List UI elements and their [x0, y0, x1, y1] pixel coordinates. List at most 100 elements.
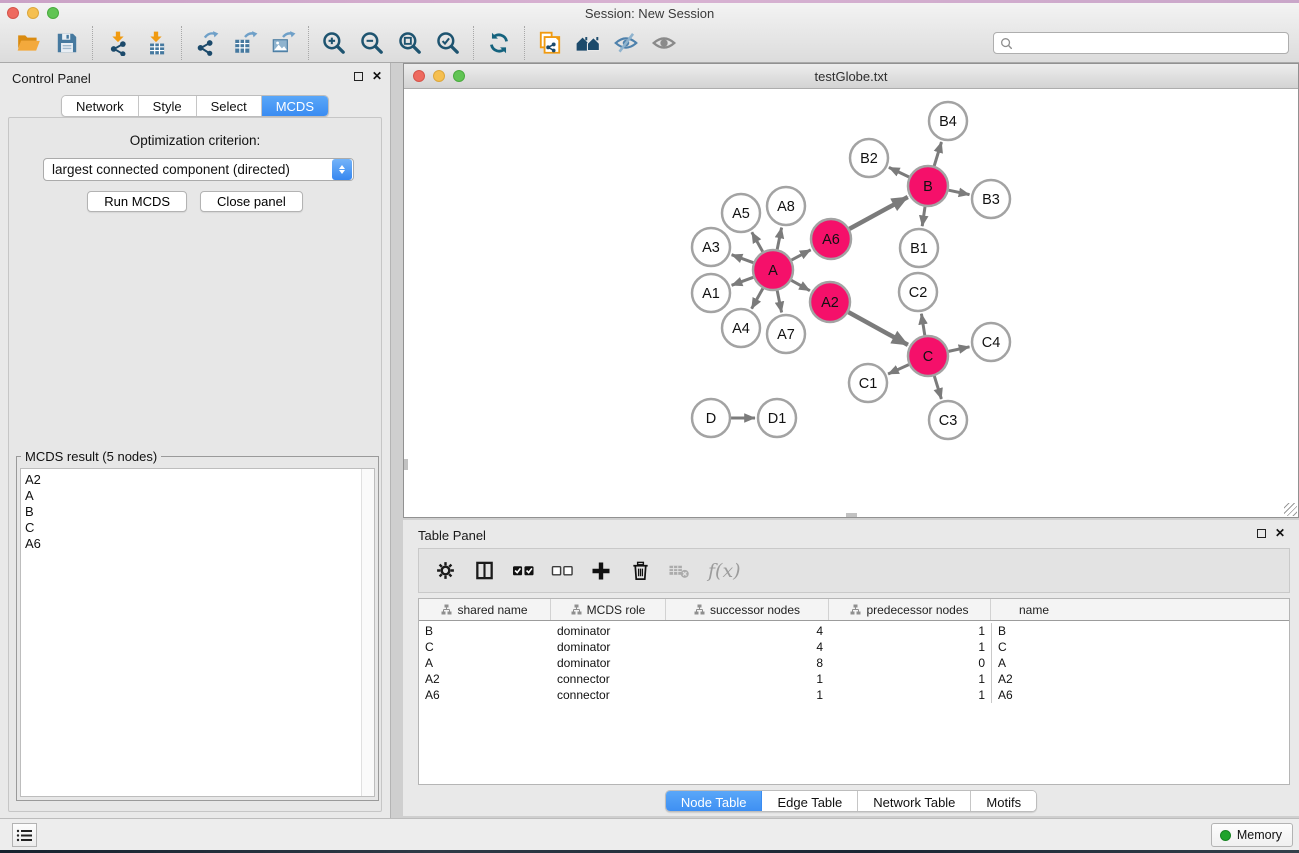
table-options-gear-button[interactable] [433, 559, 457, 583]
result-list-item[interactable]: C [25, 520, 374, 536]
tab-network-table[interactable]: Network Table [858, 791, 971, 812]
open-session-button[interactable] [10, 26, 48, 60]
network-node-B2[interactable]: B2 [850, 139, 888, 177]
network-edge-A-A3[interactable] [732, 255, 754, 263]
home-button[interactable] [569, 26, 607, 60]
network-edge-A-A5[interactable] [752, 232, 763, 252]
network-node-C4[interactable]: C4 [972, 323, 1010, 361]
tab-edge-table[interactable]: Edge Table [762, 791, 858, 812]
show-all-button[interactable] [645, 26, 683, 60]
criterion-select[interactable]: largest connected component (directed) [43, 158, 354, 181]
network-edge-A6-B[interactable] [849, 197, 907, 229]
tab-mcds[interactable]: MCDS [262, 96, 328, 116]
new-network-from-file-button[interactable] [531, 26, 569, 60]
column-header-name[interactable]: name [991, 599, 1077, 620]
network-node-A6[interactable]: A6 [811, 219, 851, 259]
network-node-B[interactable]: B [908, 166, 948, 206]
function-builder-button[interactable]: f(x) [708, 560, 741, 582]
hide-selected-button[interactable] [607, 26, 645, 60]
import-table-button[interactable] [137, 26, 175, 60]
search-input[interactable] [1017, 36, 1282, 50]
network-edge-A-A6[interactable] [792, 250, 811, 260]
close-table-panel-icon[interactable]: ✕ [1275, 528, 1285, 538]
network-node-B4[interactable]: B4 [929, 102, 967, 140]
network-node-C2[interactable]: C2 [899, 273, 937, 311]
network-window-titlebar[interactable]: testGlobe.txt [404, 64, 1298, 89]
select-all-checkboxes-button[interactable] [511, 559, 535, 583]
network-edge-C-C2[interactable] [921, 314, 924, 336]
network-edge-B-B4[interactable] [934, 142, 941, 166]
zoom-out-button[interactable] [353, 26, 391, 60]
run-mcds-button[interactable]: Run MCDS [87, 191, 187, 212]
column-header-MCDS-role[interactable]: MCDS role [551, 599, 666, 620]
result-list-item[interactable]: B [25, 504, 374, 520]
float-table-panel-icon[interactable] [1257, 529, 1266, 538]
close-panel-button[interactable]: Close panel [200, 191, 303, 212]
tab-node-table[interactable]: Node Table [666, 791, 763, 812]
export-table-button[interactable] [226, 26, 264, 60]
network-node-C[interactable]: C [908, 336, 948, 376]
vertical-scrollbar-thumb[interactable] [404, 459, 408, 470]
table-row[interactable]: A6connector11A6 [419, 687, 1289, 703]
network-edge-A-A7[interactable] [777, 291, 781, 313]
table-row[interactable]: Cdominator41C [419, 639, 1289, 655]
tab-select[interactable]: Select [197, 96, 262, 116]
table-row[interactable]: Adominator80A [419, 655, 1289, 671]
network-node-C1[interactable]: C1 [849, 364, 887, 402]
network-edge-A-A2[interactable] [791, 280, 810, 290]
network-node-D1[interactable]: D1 [758, 399, 796, 437]
column-header-shared-name[interactable]: shared name [419, 599, 551, 620]
delete-column-button[interactable] [628, 559, 652, 583]
tab-motifs[interactable]: Motifs [971, 791, 1036, 812]
result-list-item[interactable]: A2 [25, 472, 374, 488]
network-node-B3[interactable]: B3 [972, 180, 1010, 218]
close-panel-icon[interactable]: ✕ [372, 71, 382, 81]
zoom-selected-button[interactable] [429, 26, 467, 60]
column-header-successor-nodes[interactable]: successor nodes [666, 599, 829, 620]
column-header-predecessor-nodes[interactable]: predecessor nodes [829, 599, 991, 620]
network-edge-A-A4[interactable] [752, 288, 763, 308]
refresh-button[interactable] [480, 26, 518, 60]
add-column-button[interactable] [589, 559, 613, 583]
network-node-A8[interactable]: A8 [767, 187, 805, 225]
network-edge-A-A8[interactable] [777, 228, 781, 250]
network-node-B1[interactable]: B1 [900, 229, 938, 267]
show-panels-list-button[interactable] [12, 823, 37, 847]
zoom-in-button[interactable] [315, 26, 353, 60]
network-node-A[interactable]: A [753, 250, 793, 290]
memory-button[interactable]: Memory [1211, 823, 1293, 847]
tab-style[interactable]: Style [139, 96, 197, 116]
import-network-button[interactable] [99, 26, 137, 60]
network-edge-C-C4[interactable] [949, 347, 970, 352]
export-network-button[interactable] [188, 26, 226, 60]
network-canvas[interactable]: B4 B2 B B3 A5A8A6 A3 B1 A C2 A1 A2 A4A7 C4 C C1 D D1 C3 [404, 89, 1298, 517]
result-list-item[interactable]: A [25, 488, 374, 504]
float-panel-icon[interactable] [354, 72, 363, 81]
network-edge-A-A1[interactable] [732, 277, 754, 285]
zoom-fit-button[interactable] [391, 26, 429, 60]
network-node-A1[interactable]: A1 [692, 274, 730, 312]
deselect-all-checkboxes-button[interactable] [550, 559, 574, 583]
network-edge-A2-C[interactable] [848, 312, 908, 345]
horizontal-scrollbar-thumb[interactable] [846, 513, 857, 517]
table-row[interactable]: Bdominator41B [419, 623, 1289, 639]
result-list-scrollbar[interactable] [361, 469, 374, 796]
network-node-A7[interactable]: A7 [767, 315, 805, 353]
network-edge-C-C1[interactable] [888, 365, 909, 374]
network-node-A5[interactable]: A5 [722, 194, 760, 232]
network-edge-B-B1[interactable] [922, 207, 925, 226]
network-edge-B-B3[interactable] [949, 190, 970, 194]
search-box[interactable] [993, 32, 1289, 54]
result-list-item[interactable]: A6 [25, 536, 374, 552]
network-node-C3[interactable]: C3 [929, 401, 967, 439]
network-node-A3[interactable]: A3 [692, 228, 730, 266]
resize-grip[interactable] [1284, 503, 1297, 516]
delete-table-button[interactable] [667, 559, 691, 583]
export-image-button[interactable] [264, 26, 302, 60]
tab-network[interactable]: Network [62, 96, 139, 116]
network-edge-C-C3[interactable] [934, 376, 941, 399]
table-row[interactable]: A2connector11A2 [419, 671, 1289, 687]
network-node-A4[interactable]: A4 [722, 309, 760, 347]
network-node-D[interactable]: D [692, 399, 730, 437]
network-node-A2[interactable]: A2 [810, 282, 850, 322]
